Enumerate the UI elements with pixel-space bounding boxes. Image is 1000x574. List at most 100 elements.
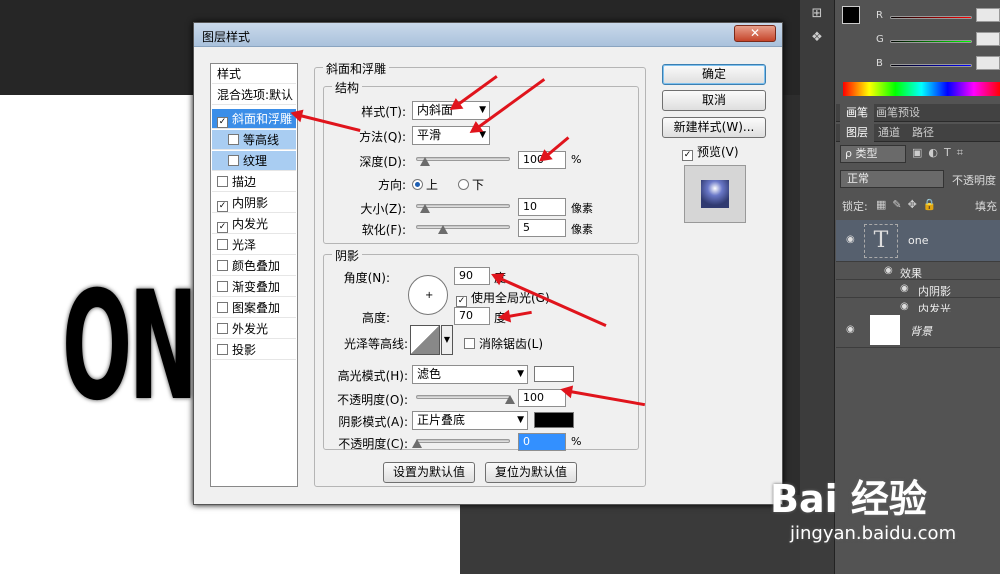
blend-mode-select[interactable]: 正常 [840, 170, 944, 188]
reset-default-button[interactable]: 复位为默认值 [485, 462, 577, 483]
checkbox-checked-icon[interactable]: ✓ [682, 150, 693, 161]
checkbox-icon[interactable] [217, 239, 228, 250]
close-icon[interactable]: ✕ [734, 25, 776, 42]
style-item-label: 内阴影 [232, 196, 269, 210]
style-item-pattern-overlay[interactable]: 图案叠加 [212, 298, 296, 318]
style-item-inner-glow[interactable]: ✓ 内发光 [212, 214, 296, 234]
style-item-label: 颜色叠加 [232, 259, 281, 273]
blend-options-item[interactable]: 混合选项:默认 [212, 85, 296, 105]
style-item-contour[interactable]: 等高线 [212, 130, 296, 150]
style-item-stroke[interactable]: 描边 [212, 172, 296, 192]
shadow-opacity-slider[interactable] [416, 439, 510, 443]
direction-up-radio[interactable]: 上 [412, 176, 438, 193]
layer-row-background[interactable]: ◉ 背景 [836, 312, 1000, 348]
highlight-opacity-slider[interactable] [416, 395, 510, 399]
bg-visibility-eye-icon[interactable]: ◉ [846, 324, 855, 335]
checkbox-checked-icon[interactable]: ✓ [217, 201, 228, 212]
checkbox-icon[interactable] [217, 302, 228, 313]
chevron-down-icon[interactable]: ▼ [441, 325, 453, 355]
checkbox-icon[interactable] [228, 155, 239, 166]
make-default-button[interactable]: 设置为默认值 [383, 462, 475, 483]
antialias-checkbox[interactable]: 消除锯齿(L) [464, 335, 543, 352]
depth-unit: % [571, 153, 582, 166]
checkbox-icon[interactable] [217, 260, 228, 271]
red-value[interactable] [976, 8, 1000, 22]
soften-slider-thumb[interactable] [438, 225, 448, 234]
depth-label: 深度(D): [359, 155, 406, 169]
layer-filter-kind[interactable]: ρ 类型 [840, 145, 906, 163]
green-slider[interactable] [890, 40, 972, 43]
direction-down-radio[interactable]: 下 [458, 176, 484, 193]
color-spectrum-bar[interactable] [843, 82, 1000, 96]
lock-icons[interactable]: ▦✎✥🔒 [876, 198, 943, 211]
style-item-satin[interactable]: 光泽 [212, 235, 296, 255]
effects-eye-icon[interactable]: ◉ [884, 265, 893, 276]
foreground-color-swatch[interactable] [842, 6, 860, 24]
shadow-color-swatch[interactable] [534, 412, 574, 428]
history-icon[interactable]: ⊞ [809, 6, 825, 22]
style-item-gradient-overlay[interactable]: 渐变叠加 [212, 277, 296, 297]
depth-slider-thumb[interactable] [420, 157, 430, 166]
soften-slider[interactable] [416, 225, 510, 229]
blue-slider[interactable] [890, 64, 972, 67]
shadow-opacity-input[interactable]: 0 [518, 433, 566, 451]
gloss-contour-picker[interactable] [410, 325, 440, 355]
checkbox-icon[interactable] [464, 338, 475, 349]
visibility-eye-icon[interactable]: ◉ [846, 234, 855, 245]
tab-layers[interactable]: 图层 [840, 124, 874, 142]
inner-glow-eye-icon[interactable]: ◉ [900, 301, 909, 312]
layer-style-dialog: 图层样式 ✕ 样式 混合选项:默认 ✓ 斜面和浮雕 等高线 纹理 描边 ✓ 内阴影 … [193, 22, 783, 505]
tab-paths[interactable]: 路径 [906, 124, 940, 142]
dialog-titlebar[interactable]: 图层样式 ✕ [194, 23, 782, 47]
checkbox-icon[interactable] [228, 134, 239, 145]
checkbox-checked-icon[interactable]: ✓ [217, 117, 228, 128]
styles-header[interactable]: 样式 [212, 64, 296, 84]
red-slider[interactable] [890, 16, 972, 19]
shadow-mode-select[interactable]: 正片叠底 ▼ [412, 411, 528, 430]
style-item-outer-glow[interactable]: 外发光 [212, 319, 296, 339]
checkbox-icon[interactable] [217, 176, 228, 187]
highlight-opacity-thumb[interactable] [505, 395, 515, 404]
style-item-label: 投影 [232, 343, 257, 357]
soften-input[interactable]: 5 [518, 219, 566, 237]
angle-input[interactable]: 90 [454, 267, 490, 285]
cancel-button[interactable]: 取消 [662, 90, 766, 111]
style-label: 样式(T): [361, 105, 406, 119]
ok-button[interactable]: 确定 [662, 64, 766, 85]
highlight-mode-select[interactable]: 滤色 ▼ [412, 365, 528, 384]
style-item-texture[interactable]: 纹理 [212, 151, 296, 171]
layer-row-one[interactable]: ◉ T one [836, 220, 1000, 262]
tab-brush[interactable]: 画笔 [840, 104, 874, 122]
style-item-bevel-emboss[interactable]: ✓ 斜面和浮雕 [212, 109, 296, 129]
checkbox-icon[interactable] [217, 323, 228, 334]
size-input[interactable]: 10 [518, 198, 566, 216]
size-slider[interactable] [416, 204, 510, 208]
effect-inner-shadow-row[interactable]: ◉ 内阴影 [836, 280, 1000, 298]
shadow-opacity-thumb[interactable] [412, 439, 422, 448]
tab-brush-presets[interactable]: 画笔预设 [870, 104, 926, 122]
style-item-inner-shadow[interactable]: ✓ 内阴影 [212, 193, 296, 213]
checkbox-checked-icon[interactable]: ✓ [217, 222, 228, 233]
checkbox-icon[interactable] [217, 344, 228, 355]
new-style-button[interactable]: 新建样式(W)... [662, 117, 766, 138]
highlight-color-swatch[interactable] [534, 366, 574, 382]
layer-effects-row[interactable]: ◉ 效果 [836, 262, 1000, 280]
green-value[interactable] [976, 32, 1000, 46]
altitude-input[interactable]: 70 [454, 307, 490, 325]
3d-icon[interactable]: ❖ [809, 30, 825, 46]
angle-wheel[interactable]: + [408, 275, 448, 315]
preview-checkbox[interactable]: ✓ 预览(V) [682, 143, 739, 161]
size-slider-thumb[interactable] [420, 204, 430, 213]
inner-shadow-eye-icon[interactable]: ◉ [900, 283, 909, 294]
section-title: 斜面和浮雕 [323, 60, 390, 77]
blue-value[interactable] [976, 56, 1000, 70]
radio-icon[interactable] [458, 179, 469, 190]
depth-slider[interactable] [416, 157, 510, 161]
global-light-checkbox[interactable]: ✓ 使用全局光(G) [456, 289, 550, 307]
checkbox-icon[interactable] [217, 281, 228, 292]
style-item-color-overlay[interactable]: 颜色叠加 [212, 256, 296, 276]
radio-selected-icon[interactable] [412, 179, 423, 190]
checkbox-checked-icon[interactable]: ✓ [456, 296, 467, 307]
tab-channels[interactable]: 通道 [872, 124, 906, 142]
style-item-drop-shadow[interactable]: 投影 [212, 340, 296, 360]
